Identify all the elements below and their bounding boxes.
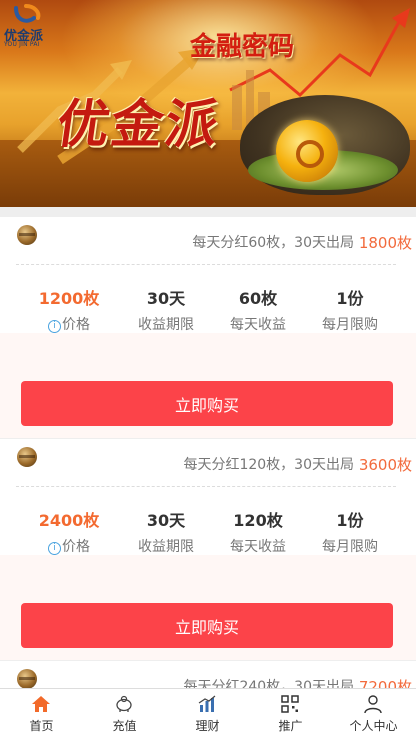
nav-label: 充值 <box>112 719 137 733</box>
promo-banner[interactable]: 金融密码 优金派 优金派 YOU JIN PAI <box>0 0 416 207</box>
stat-label: 价格 <box>62 317 90 333</box>
nav-item-profile[interactable]: 个人中心 <box>332 689 415 737</box>
stat-value: 1份 <box>336 289 364 308</box>
nav-label: 理财 <box>195 719 220 733</box>
product-total: 7200枚 <box>358 678 412 688</box>
product-card: 每天分红240枚，30天出局 7200枚 <box>0 661 416 688</box>
stat-value: 30天 <box>146 289 186 308</box>
logo-subtitle: YOU JIN PAI <box>4 41 40 48</box>
stat-monthly-limit: 1份 每月限购 <box>298 285 402 334</box>
nav-item-promote[interactable]: 推广 <box>249 689 332 737</box>
stat-term: 30天 收益期限 <box>114 285 218 334</box>
nav-label: 首页 <box>29 719 54 733</box>
stat-daily-income: 60枚 每天收益 <box>206 285 310 334</box>
buy-now-button[interactable]: 立即购买 <box>21 603 393 648</box>
stat-label: 每天收益 <box>230 317 286 333</box>
gold-coin-avatar-icon <box>17 669 37 688</box>
banner-subtitle: 金融密码 <box>190 32 295 62</box>
home-icon <box>32 696 50 712</box>
stat-price: 2400枚 i 价格 <box>17 507 121 556</box>
stat-label: 每月限购 <box>322 539 378 555</box>
stat-label: 收益期限 <box>138 317 194 333</box>
nav-item-recharge[interactable]: 充值 <box>83 689 166 737</box>
stat-value: 60枚 <box>238 289 278 308</box>
stat-value: 1200枚 <box>38 289 100 308</box>
stat-label: 每天收益 <box>230 539 286 555</box>
product-description: 每天分红120枚，30天出局 <box>183 457 354 473</box>
stat-value: 30天 <box>146 511 186 530</box>
stat-term: 30天 收益期限 <box>114 507 218 556</box>
divider <box>16 486 396 487</box>
nav-label: 个人中心 <box>349 719 398 733</box>
user-icon <box>364 695 382 714</box>
stat-value: 1份 <box>336 511 364 530</box>
stat-label: 每月限购 <box>322 317 378 333</box>
info-icon[interactable]: i <box>48 320 61 333</box>
nav-label: 推广 <box>278 719 303 733</box>
product-card: 每天分红120枚，30天出局 3600枚 2400枚 i 价格 30天 收益期限 … <box>0 439 416 660</box>
logo-mark-icon <box>14 4 41 23</box>
qr-code-icon <box>281 695 299 713</box>
gold-coin-avatar-icon <box>17 225 37 245</box>
product-description: 每天分红60枚，30天出局 <box>192 235 354 251</box>
divider <box>16 264 396 265</box>
product-card: 每天分红60枚，30天出局 1800枚 1200枚 i 价格 30天 收益期限 6… <box>0 217 416 438</box>
product-total: 1800枚 <box>358 234 412 252</box>
product-description: 每天分红240枚，30天出局 <box>183 679 354 688</box>
bottom-navigation: 首页 充值 理财 推广 个人中心 <box>0 688 416 737</box>
gold-coin-avatar-icon <box>17 447 37 467</box>
stat-label: 收益期限 <box>138 539 194 555</box>
piggy-bank-icon <box>116 695 132 712</box>
bar-chart-icon <box>198 695 216 712</box>
stat-monthly-limit: 1份 每月限购 <box>298 507 402 556</box>
stat-value: 120枚 <box>233 511 283 530</box>
nav-item-finance[interactable]: 理财 <box>166 689 249 737</box>
buy-now-button[interactable]: 立即购买 <box>21 381 393 426</box>
stat-label: 价格 <box>62 539 90 555</box>
stat-daily-income: 120枚 每天收益 <box>206 507 310 556</box>
app-logo: 优金派 YOU JIN PAI <box>4 4 52 48</box>
stat-value: 2400枚 <box>38 511 100 530</box>
info-icon[interactable]: i <box>48 542 61 555</box>
banner-title: 优金派 <box>53 94 224 155</box>
nav-item-home[interactable]: 首页 <box>0 689 83 737</box>
stat-price: 1200枚 i 价格 <box>17 285 121 334</box>
gold-coin-graphic <box>276 120 338 182</box>
product-total: 3600枚 <box>358 456 412 474</box>
